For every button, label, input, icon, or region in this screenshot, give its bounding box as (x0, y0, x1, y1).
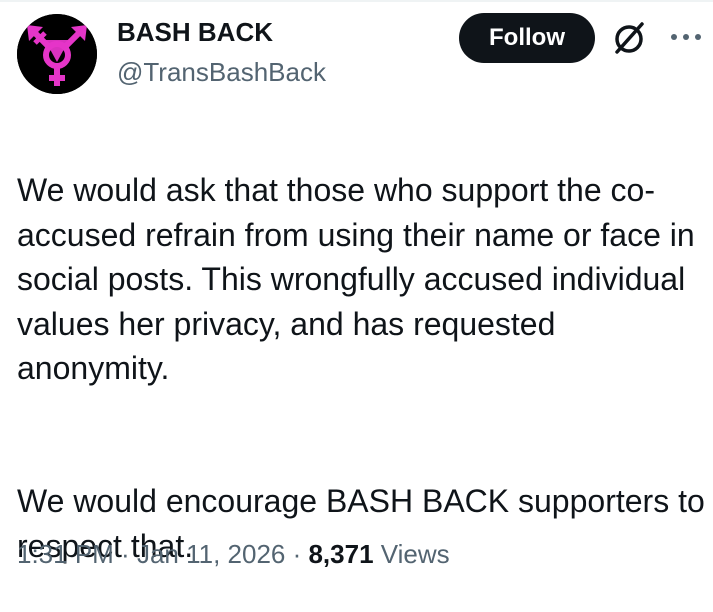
views-count: 8,371 (308, 539, 374, 569)
display-name[interactable]: BASH BACK (117, 16, 273, 48)
more-options-icon[interactable] (666, 28, 706, 46)
timestamp-time[interactable]: 1:31 PM (17, 539, 114, 569)
transgender-symbol-icon (17, 14, 97, 94)
meta-separator: · (113, 539, 137, 569)
divider (0, 0, 713, 2)
tweet-paragraph: We would ask that those who support the … (17, 172, 695, 387)
follow-button[interactable]: Follow (459, 13, 595, 63)
grok-icon[interactable] (609, 18, 649, 58)
user-handle[interactable]: @TransBashBack (117, 56, 326, 88)
tweet-meta: 1:31 PM · Jan 11, 2026 · 8,371 Views (17, 534, 450, 574)
meta-separator: · (285, 539, 309, 569)
tweet-card: BASH BACK @TransBashBack Follow We would… (0, 0, 713, 600)
timestamp-date[interactable]: Jan 11, 2026 (137, 539, 285, 569)
avatar[interactable] (17, 14, 97, 94)
views-label: Views (380, 539, 450, 569)
